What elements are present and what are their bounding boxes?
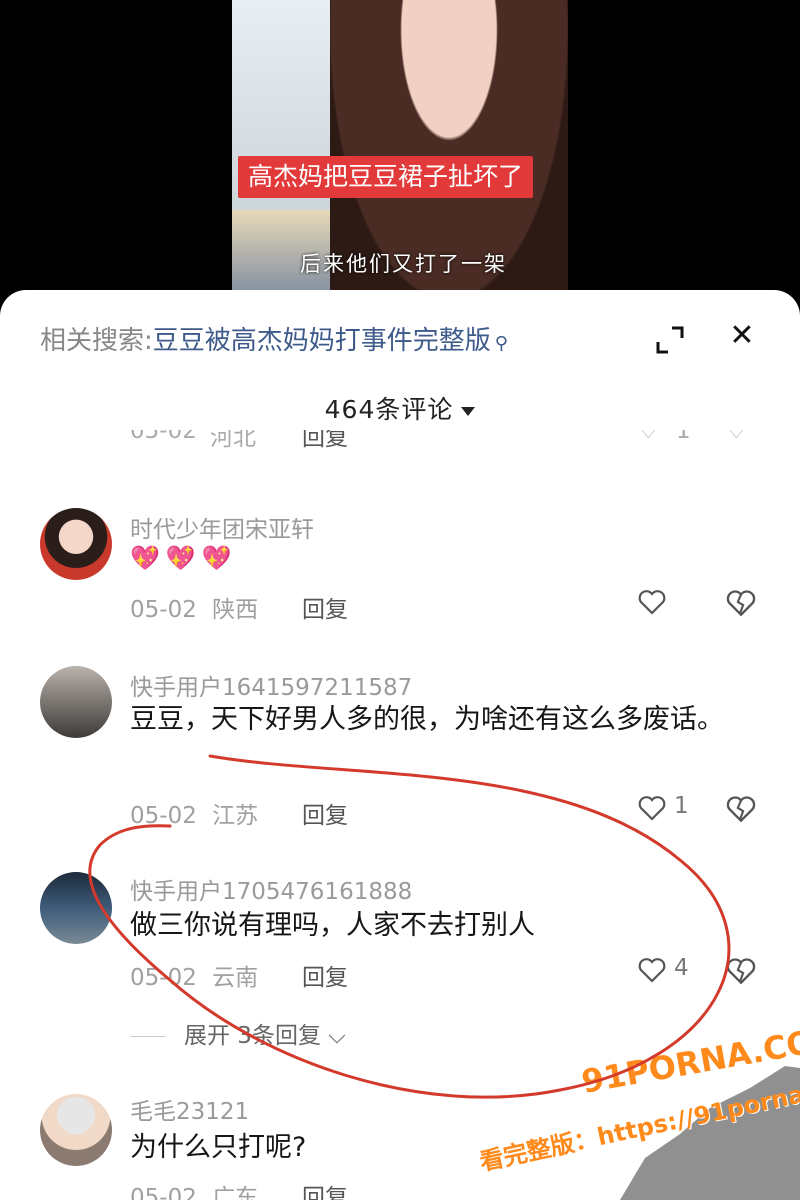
comment-text: 做三你说有理吗，人家不去打别人 xyxy=(130,910,535,941)
related-search-query[interactable]: 豆豆被高杰妈妈打事件完整版 xyxy=(153,326,491,356)
like-count: 1 xyxy=(674,793,689,819)
close-icon[interactable]: ✕ xyxy=(722,316,762,356)
comment-count[interactable]: 464条评论 xyxy=(0,390,800,426)
comment-date: 05-02 xyxy=(130,597,197,623)
comment-date: 05-02 xyxy=(130,803,197,829)
avatar[interactable] xyxy=(40,872,112,944)
chevron-down-icon xyxy=(461,406,476,416)
heart-icon xyxy=(638,590,666,615)
comment-date: 05-02 xyxy=(130,1185,197,1200)
comment-region: 广东 xyxy=(212,1185,259,1200)
broken-heart-icon xyxy=(726,958,756,985)
comment-text: 💖💖💖 xyxy=(130,544,238,572)
reply-button[interactable]: 回复 xyxy=(302,590,348,624)
broken-heart-icon xyxy=(726,590,756,617)
like-button[interactable]: 1 xyxy=(636,792,706,826)
cut-region: 河北 xyxy=(210,430,256,451)
comment-username[interactable]: 时代少年团宋亚轩 xyxy=(130,510,314,544)
chevron-down-icon: ⌵ xyxy=(328,1023,346,1049)
cut-dislike-icon[interactable]: ♡ xyxy=(726,430,747,444)
comment-username[interactable]: 快手用户1705476161888 xyxy=(130,872,412,906)
cut-like-icon[interactable]: ♡ xyxy=(638,430,659,444)
like-count: 4 xyxy=(674,955,689,981)
heart-icon xyxy=(638,796,666,821)
cut-like-count: 1 xyxy=(676,430,691,444)
dislike-button[interactable] xyxy=(724,586,758,620)
avatar[interactable] xyxy=(40,1094,112,1166)
cut-reply-button[interactable]: 回复 xyxy=(302,430,348,452)
avatar[interactable] xyxy=(40,666,112,738)
like-button[interactable]: 4 xyxy=(636,954,706,988)
heart-icon xyxy=(638,958,666,983)
comment-region: 云南 xyxy=(212,965,259,991)
video-caption: 高杰妈把豆豆裙子扯坏了 xyxy=(238,156,534,198)
expand-icon[interactable] xyxy=(650,320,690,360)
comment-username[interactable]: 快手用户1641597211587 xyxy=(130,668,412,702)
comment-count-label: 464条评论 xyxy=(324,395,454,424)
comment-region: 江苏 xyxy=(212,803,259,829)
reply-button[interactable]: 回复 xyxy=(302,958,348,992)
comment-meta: 05-02 广东 回复 xyxy=(130,1178,348,1200)
comment-date: 05-02 xyxy=(130,965,197,991)
broken-heart-icon xyxy=(726,796,756,823)
expand-replies-button[interactable]: 展开 3条回复 ⌵ xyxy=(130,1016,346,1050)
related-search[interactable]: 相关搜索:豆豆被高杰妈妈打事件完整版 ⚲ xyxy=(40,320,508,357)
cut-comment-meta: 05-02 河北 回复 ♡ 1 ♡ xyxy=(130,430,770,456)
video-subtitle: 后来他们又打了一架 xyxy=(300,252,507,276)
comment-region: 陕西 xyxy=(212,597,259,623)
like-button[interactable] xyxy=(636,586,706,620)
comment-meta: 05-02 陕西 回复 xyxy=(130,590,348,624)
comment-text: 豆豆，天下好男人多的很，为啥还有这么多废话。 xyxy=(130,704,724,735)
avatar[interactable] xyxy=(40,508,112,580)
divider xyxy=(130,1036,166,1037)
expand-replies-label: 展开 3条回复 xyxy=(184,1023,321,1049)
reply-button[interactable]: 回复 xyxy=(302,1178,348,1200)
dislike-button[interactable] xyxy=(724,792,758,826)
related-search-label: 相关搜索: xyxy=(40,326,153,356)
comment-meta: 05-02 云南 回复 xyxy=(130,958,348,992)
search-icon: ⚲ xyxy=(494,333,508,354)
reply-button[interactable]: 回复 xyxy=(302,796,348,830)
cut-date: 05-02 xyxy=(130,430,197,444)
dislike-button[interactable] xyxy=(724,954,758,988)
comment-meta: 05-02 江苏 回复 xyxy=(130,796,348,830)
comment-username[interactable]: 毛毛23121 xyxy=(130,1092,249,1126)
